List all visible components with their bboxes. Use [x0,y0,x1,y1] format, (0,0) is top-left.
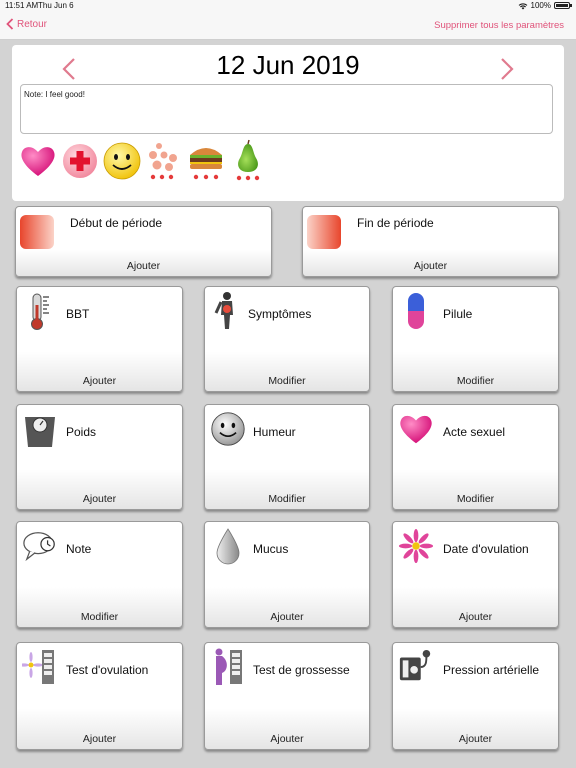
reset-all-button[interactable]: Supprimer tous les paramètres [434,20,564,31]
tile-label: Date d'ovulation [443,542,529,556]
tile-action: Modifier [268,493,306,505]
back-button[interactable]: Retour [6,18,47,30]
tile-mood[interactable]: Humeur Modifier [204,404,370,510]
heart-icon [398,409,434,449]
tile-label: Pilule [443,307,473,321]
tile-label: Symptômes [248,307,312,321]
period-start-tile[interactable]: Début de période Ajouter [15,206,272,277]
tile-action: Ajouter [458,733,493,745]
tile-pill[interactable]: Pilule Modifier [392,286,559,392]
period-end-label: Fin de période [357,216,434,230]
tile-bbt[interactable]: BBT Ajouter [16,286,183,392]
period-start-action: Ajouter [126,260,161,272]
period-start-label: Début de période [70,216,163,230]
tile-action: Ajouter [270,733,304,745]
quick-icons [18,139,268,183]
smiley-icon[interactable] [102,139,142,183]
tile-symptoms[interactable]: Symptômes Modifier [204,286,370,392]
pregnancy-test-icon [210,647,246,687]
tile-sexual-activity[interactable]: Acte sexuel Modifier [392,404,559,510]
tile-action: Ajouter [82,733,117,745]
tile-label: Test d'ovulation [66,663,149,677]
tile-action: Ajouter [270,611,304,623]
medical-cross-icon[interactable] [60,139,100,183]
note-field[interactable]: Note: I feel good! [20,84,553,134]
battery-icon [554,2,572,9]
pill-icon [398,291,434,331]
tile-action: Modifier [456,375,495,387]
tile-label: BBT [66,307,90,321]
tile-blood-pressure[interactable]: Pression artérielle Ajouter [392,642,559,750]
period-end-swatch-icon [307,215,341,249]
dots-cluster-icon[interactable] [144,139,184,183]
speech-clock-icon [22,526,58,566]
tile-action: Modifier [80,611,119,623]
tile-label: Note [66,542,92,556]
thermometer-icon [22,291,58,331]
period-end-tile[interactable]: Fin de période Ajouter [302,206,559,277]
heart-icon[interactable] [18,139,58,183]
flower-icon [398,526,434,566]
tile-action: Ajouter [82,375,117,387]
smiley-icon [210,409,246,449]
tile-label: Acte sexuel [443,425,506,439]
status-bar: 11:51 AM Thu Jun 6 100% [0,0,576,12]
tile-label: Pression artérielle [443,663,540,677]
ovulation-test-icon [22,647,58,687]
tile-note[interactable]: Note Modifier [16,521,183,628]
tile-action: Modifier [268,375,306,387]
battery-percent: 100% [530,1,551,10]
body-pain-icon [210,291,246,331]
tile-label: Mucus [253,542,289,556]
navigation-bar: Retour Supprimer tous les paramètres [0,12,576,40]
status-date: Thu Jun 6 [38,1,74,10]
status-right: 100% [518,1,572,10]
chevron-left-icon [6,18,14,30]
next-day-arrow-icon[interactable] [498,55,516,83]
tile-label: Test de grossesse [253,663,350,677]
pear-icon[interactable] [228,139,268,183]
tile-action: Modifier [456,493,495,505]
period-start-swatch-icon [20,215,54,249]
tile-label: Poids [66,425,97,439]
tile-mucus[interactable]: Mucus Ajouter [204,521,370,628]
wifi-icon [518,2,527,9]
period-end-action: Ajouter [413,260,448,272]
tile-pregnancy-test[interactable]: Test de grossesse Ajouter [204,642,370,750]
day-card: 12 Jun 2019 Note: I feel good! [12,45,564,201]
burger-icon[interactable] [186,139,226,183]
drop-icon [210,526,246,566]
tile-ovulation-test[interactable]: Test d'ovulation Ajouter [16,642,183,750]
tile-action: Ajouter [458,611,493,623]
tile-action: Ajouter [82,493,117,505]
tile-weight[interactable]: Poids Ajouter [16,404,183,510]
blood-pressure-icon [398,647,434,687]
status-time: 11:51 AM [5,1,39,10]
scale-icon [22,409,58,449]
back-label: Retour [17,18,48,30]
tile-label: Humeur [253,425,296,439]
date-title: 12 Jun 2019 [216,50,360,80]
tile-ovulation-date[interactable]: Date d'ovulation Ajouter [392,521,559,628]
